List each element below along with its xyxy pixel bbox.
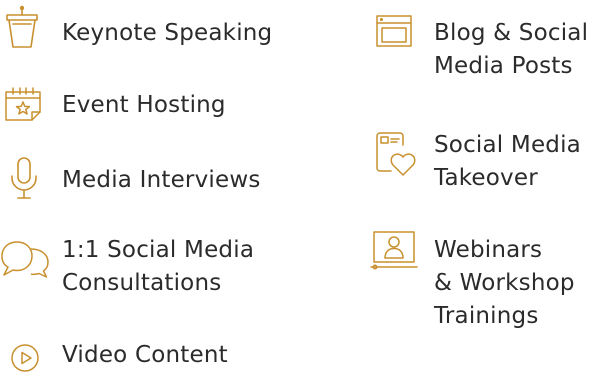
- play-circle-icon: [10, 343, 40, 373]
- microphone-icon: [9, 156, 39, 202]
- service-label: Media Posts: [434, 53, 573, 79]
- service-label: Takeover: [434, 165, 538, 191]
- service-label: & Workshop: [434, 270, 575, 296]
- chat-bubbles-icon: [0, 239, 50, 279]
- service-label: Keynote Speaking: [62, 20, 273, 46]
- browser-window-icon: [375, 14, 413, 48]
- service-label: Social Media: [434, 132, 581, 158]
- service-label: Media Interviews: [62, 167, 261, 193]
- service-label: Video Content: [62, 342, 228, 368]
- service-label: Webinars: [434, 237, 543, 263]
- phone-heart-icon: [375, 131, 416, 177]
- service-label: Trainings: [434, 303, 539, 329]
- service-label: Consultations: [62, 270, 222, 296]
- calendar-star-icon: [4, 86, 42, 122]
- service-label: 1:1 Social Media: [62, 237, 255, 263]
- service-label: Event Hosting: [62, 92, 226, 118]
- podium-icon: [4, 5, 40, 50]
- laptop-user-icon: [369, 229, 419, 273]
- service-label: Blog & Social: [434, 20, 589, 46]
